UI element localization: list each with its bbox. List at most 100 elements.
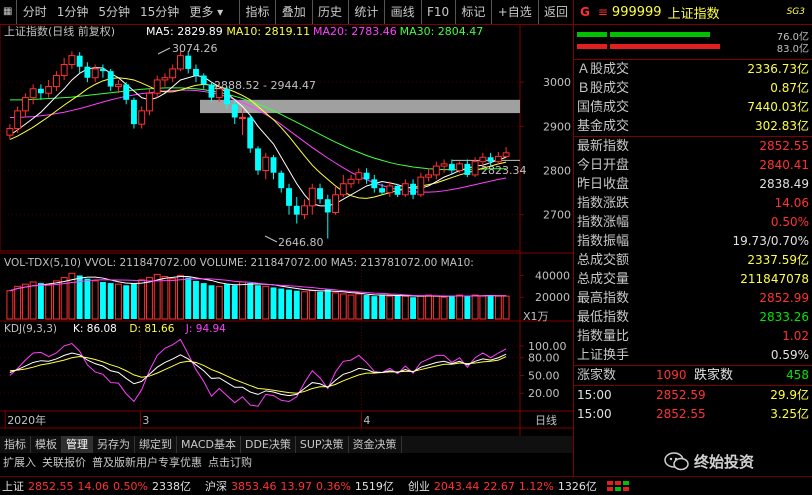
kdj-label: J: 94.94 [185,323,226,335]
volume-bar [52,280,60,320]
tab-minute[interactable]: 分时 [18,0,52,24]
btn-history[interactable]: 历史 [313,0,347,24]
watermark: 终始投资 [664,446,812,476]
tab-5min[interactable]: 5分钟 [93,0,135,24]
quote-row-7-value: 211847078 [740,272,809,286]
tab-15min[interactable]: 15分钟 [135,0,184,24]
menu-template[interactable]: 模板 [31,436,62,453]
volume-bar [440,296,448,320]
sh-pct: 0.50% [113,479,148,493]
candle [247,117,254,149]
ad-bar: 扩展入 关联报价 普及版新用户专享优惠 点击订购 [0,453,573,470]
kdj-axis-label: 50.00 [528,369,560,382]
volume-bar [293,290,300,319]
tab-more[interactable]: 更多 ▾ [184,0,228,24]
candle [332,194,339,213]
candle [363,172,370,180]
sz-price: 3853.46 [230,479,277,493]
quote-row-11-label: 上证换手 [577,348,630,363]
grid-icon[interactable]: ▦ [0,0,15,24]
chart-area[interactable]: 3000 2900 2800 2700 上证指数(日线 前复权) MA5: 2829.89… [0,24,573,476]
volume-bar [239,281,246,320]
cy-label[interactable]: 创业 [406,478,432,494]
menu-dde[interactable]: DDE决策 [241,436,296,453]
candle [324,199,331,213]
btn-mark[interactable]: 标记 [456,0,490,24]
btn-stats[interactable]: 统计 [349,0,383,24]
ad-link-related[interactable]: 关联报价 [39,454,89,470]
menu-manage[interactable]: 管理 [62,436,93,453]
candle [107,71,114,87]
stat-row-2-value: 7440.03亿 [747,100,809,114]
candle [130,99,137,125]
menu-fund[interactable]: 资金决策 [349,436,402,453]
range-band [200,99,520,114]
quote-row-3-label: 指数涨跌 [577,196,630,211]
volume-bar [107,283,114,319]
menu-macd[interactable]: MACD基本 [177,436,241,453]
date-label: 2020年 [7,413,46,427]
menu-save-as[interactable]: 另存为 [93,436,135,453]
candle [29,88,37,99]
candle [169,68,177,79]
candle [185,55,192,69]
candle [448,163,455,171]
menu-icon[interactable]: ≡ [598,5,608,19]
quote-row-9-label: 最低指数 [577,310,630,325]
tab-1min[interactable]: 1分钟 [52,0,94,24]
quote-row-5-value: 19.73/0.70% [732,234,809,248]
kline-chart[interactable]: 3000 2900 2800 2700 上证指数(日线 前复权) MA5: 2829.89… [0,24,573,476]
menu-bind[interactable]: 绑定到 [135,436,177,453]
btn-indicator[interactable]: 指标 [240,0,274,24]
quote-list: 最新指数 2852.55 今日开盘 2840.41 昨日收盘 2838.49 指数涨跌 14.… [574,137,812,365]
candle [200,75,207,85]
sh-amt: 2338亿 [151,480,191,493]
btn-draw[interactable]: 画线 [386,0,420,24]
volume-bar [355,293,363,320]
btn-overlay[interactable]: 叠加 [277,0,311,24]
stat-row-3-value: 302.83亿 [755,119,809,133]
candle [379,188,386,193]
ad-link-expand[interactable]: 扩展入 [0,454,39,470]
candle [479,156,487,163]
candle [293,205,300,215]
sz-pct: 0.36% [315,479,351,493]
quote-row-9-value: 2833.26 [759,310,809,324]
kdj-axis-label: 20.00 [528,387,560,400]
date-label: 3 [142,414,149,427]
volume-bar [448,296,455,319]
volume-title: VOL-TDX(5,10) VVOL: 211847072.00 VOLUME:… [4,257,474,269]
volume-bar [208,285,215,319]
quote-row-6: 总成交额 2337.59亿 [574,251,812,270]
down-count: 458 [786,368,809,382]
volume-bar [456,294,464,320]
candle [347,178,355,185]
volume-bar [138,279,146,320]
sh-label[interactable]: 上证 [0,478,26,494]
volume-axis-label: 40000 [535,269,570,282]
volume-bar [502,295,510,320]
indicator-menu: 指标 模板 管理 另存为 绑定到 MACD基本 DDE决策 SUP决策 资金决策 [0,436,573,453]
btn-add-watchlist[interactable]: +自选 [493,0,537,24]
volume-bar [317,291,323,319]
stat-row-3: 基金成交 302.83亿 [574,117,812,136]
btn-back[interactable]: 返回 [539,0,573,24]
sz-label[interactable]: 沪深 [203,478,229,494]
volume-bar [432,295,440,320]
quote-row-6-label: 总成交额 [577,253,630,268]
menu-sup[interactable]: SUP决策 [296,436,349,453]
kdj-label: KDJ(9,3,3) [4,323,57,335]
menu-indicator[interactable]: 指标 [0,436,31,453]
ad-link-order[interactable]: 点击订购 [205,454,255,470]
kdj-axis-label: 80.00 [528,352,560,365]
volume-unit: X1万 [523,310,549,323]
price-axis-label: 2700 [543,209,571,222]
quote-row-0: 最新指数 2852.55 [574,137,812,156]
candle [114,83,122,88]
cy-chg: 22.67 [483,479,515,493]
quote-header: G ≡ 999999 上证指数 SG3 [574,0,812,25]
g-label: G [580,5,590,19]
btn-f10[interactable]: F10 [422,0,454,24]
ad-link-promo[interactable]: 普及版新用户专享优惠 [89,454,205,470]
quote-row-6-value: 2337.59亿 [747,253,809,267]
